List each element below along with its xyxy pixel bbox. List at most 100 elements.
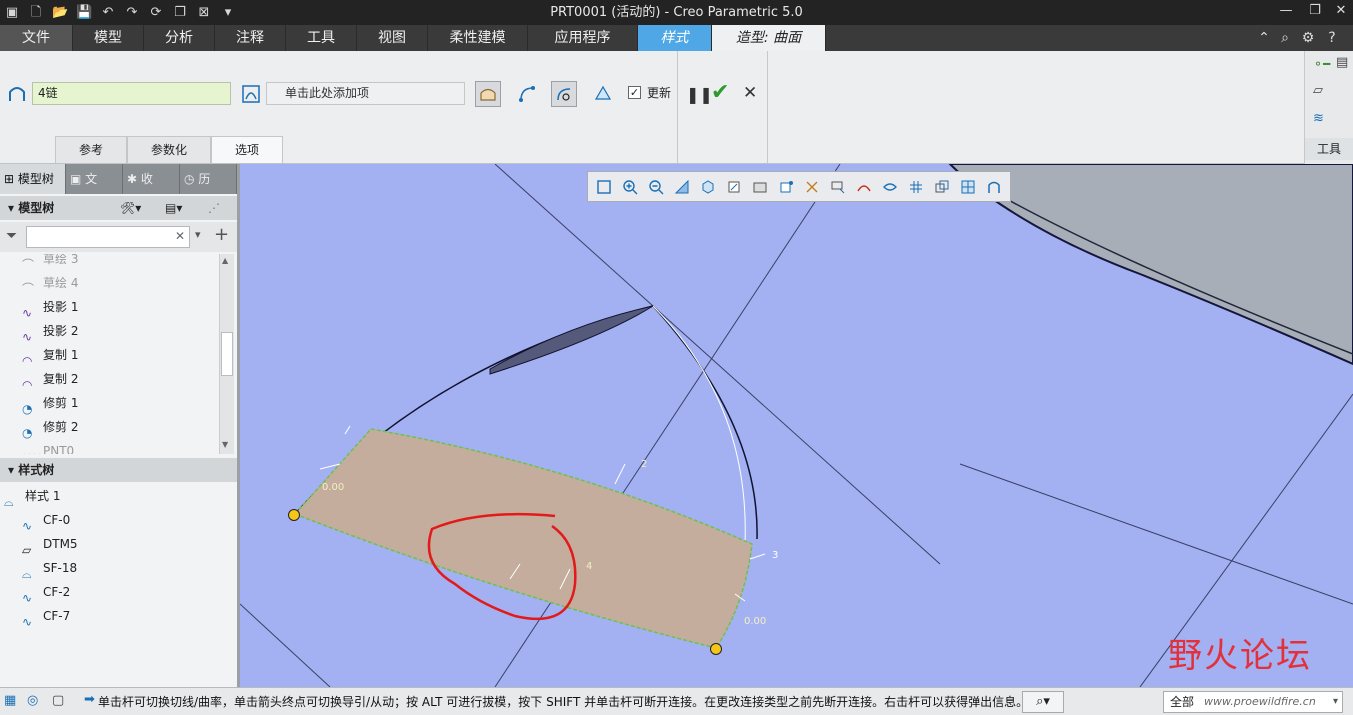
curve-label[interactable]: 4: [586, 561, 592, 572]
subtab-references[interactable]: 参考: [55, 136, 127, 163]
cancel-x-icon[interactable]: ✕: [743, 83, 757, 103]
style-tree-item[interactable]: ▱ DTM5: [22, 532, 78, 557]
tab-style-surface[interactable]: 造型: 曲面: [712, 25, 826, 51]
curvature-display-icon[interactable]: [852, 176, 876, 198]
tab-history[interactable]: ◷ 历: [180, 164, 237, 194]
tab-folder-browser[interactable]: ▣ 文: [66, 164, 123, 194]
selection-filter-select[interactable]: 全部 ▾ www.proewildfire.cn: [1163, 691, 1343, 713]
curve-endpoint-handle[interactable]: [710, 643, 722, 655]
primary-chain-field[interactable]: 4链: [32, 82, 231, 105]
display-icon[interactable]: [590, 81, 616, 107]
connect-icon[interactable]: ⚬━: [1313, 57, 1330, 71]
repaint-icon[interactable]: [670, 176, 694, 198]
datum-display-icon[interactable]: [800, 176, 824, 198]
display-style-icon[interactable]: [696, 176, 720, 198]
tab-analysis[interactable]: 分析: [144, 25, 215, 51]
find-binoculars-icon[interactable]: ⌕▾: [1022, 691, 1064, 713]
tab-applications[interactable]: 应用程序: [528, 25, 638, 51]
connection-icon[interactable]: [551, 81, 577, 107]
search-icon[interactable]: ⌕: [1275, 28, 1295, 48]
surface-preview-icon[interactable]: [475, 81, 501, 107]
grid-view-icon[interactable]: ▦: [4, 693, 16, 708]
tree-columns-icon[interactable]: ▤▾: [165, 196, 182, 220]
tab-tools[interactable]: 工具: [286, 25, 357, 51]
tree-search-input[interactable]: [26, 226, 190, 248]
scroll-up-icon[interactable]: ▲: [222, 256, 228, 265]
scroll-down-icon[interactable]: ▼: [222, 440, 228, 449]
tab-flexible-modeling[interactable]: 柔性建模: [428, 25, 528, 51]
search-dropdown-icon[interactable]: ▾: [195, 228, 201, 241]
tree-item[interactable]: ××PNT0: [22, 439, 74, 454]
curvature-icon[interactable]: ≋: [1313, 111, 1324, 126]
tree-item[interactable]: ∿ 投影 2: [22, 319, 78, 344]
filter-funnel-icon[interactable]: ⏷: [6, 228, 17, 244]
curve-label[interactable]: 2: [641, 459, 647, 470]
tangent-handle[interactable]: [344, 425, 351, 435]
grid-icon[interactable]: [904, 176, 928, 198]
settings-icon[interactable]: ⚙: [1298, 28, 1318, 48]
control-points-icon[interactable]: [514, 81, 540, 107]
graphics-viewport[interactable]: 0.00 0.00 2 3 4: [240, 164, 1353, 687]
curve-analysis-icon[interactable]: ▤: [1336, 55, 1348, 70]
style-tree-item[interactable]: ⌓ SF-18: [22, 556, 77, 581]
tab-file[interactable]: 文件: [0, 25, 73, 51]
tree-item[interactable]: ∿ 投影 1: [22, 295, 78, 320]
annotation-display-icon[interactable]: [826, 176, 850, 198]
tree-filter-icon[interactable]: ⋰: [208, 196, 220, 220]
zoom-out-icon[interactable]: [644, 176, 668, 198]
add-item-field[interactable]: 单击此处添加项: [266, 82, 465, 105]
tangent-handle[interactable]: [749, 553, 766, 560]
tree-scrollbar[interactable]: ▲ ▼: [219, 254, 234, 454]
style-tree-item[interactable]: ∿ CF-0: [22, 508, 70, 533]
tab-model[interactable]: 模型: [73, 25, 144, 51]
zoom-in-icon[interactable]: [618, 176, 642, 198]
zoom-fit-icon[interactable]: [592, 176, 616, 198]
perspective-icon[interactable]: [774, 176, 798, 198]
tab-model-tree[interactable]: ⊞ 模型树: [0, 164, 66, 194]
section-plane-icon[interactable]: [956, 176, 980, 198]
tangent-handle[interactable]: [614, 463, 626, 485]
update-checkbox[interactable]: ✓: [628, 86, 641, 99]
tree-item[interactable]: ◠ 复制 2: [22, 367, 78, 392]
clear-search-icon[interactable]: ✕: [175, 229, 185, 243]
saved-orientations-icon[interactable]: [722, 176, 746, 198]
help-icon[interactable]: ?: [1322, 28, 1342, 48]
style-tree-item[interactable]: ∿ CF-2: [22, 580, 70, 605]
boundary-tool-icon[interactable]: [982, 176, 1006, 198]
tab-style[interactable]: 样式: [638, 25, 712, 51]
confirm-check-icon[interactable]: ✔: [711, 80, 729, 105]
internal-curve-icon[interactable]: [238, 81, 264, 107]
surface-boundary-icon[interactable]: [4, 81, 30, 107]
minimize-icon[interactable]: —: [1272, 0, 1300, 22]
tree-item[interactable]: ⌒ 草绘 3: [22, 254, 78, 272]
style-tree-item[interactable]: ∿ CF-7: [22, 604, 70, 629]
model-tree-header[interactable]: ▾ 模型树 🛠▾ ▤▾ ⋰: [0, 196, 237, 220]
boundary-curve[interactable]: [652, 305, 758, 540]
model-canvas[interactable]: 0.00 0.00 2 3 4: [240, 164, 1353, 687]
tree-item[interactable]: ◔ 修剪 1: [22, 391, 78, 416]
tab-favorites[interactable]: ✱ 收: [123, 164, 180, 194]
reflection-icon[interactable]: [878, 176, 902, 198]
dimension-label[interactable]: 0.00: [322, 482, 344, 493]
curve-endpoint-handle[interactable]: [288, 509, 300, 521]
maximize-icon[interactable]: ❐: [1301, 0, 1329, 22]
pause-icon[interactable]: ❚❚: [686, 85, 713, 104]
style-tree-header[interactable]: ▾ 样式树: [0, 458, 237, 482]
active-plane-icon[interactable]: [930, 176, 954, 198]
view-manager-icon[interactable]: [748, 176, 772, 198]
plane-icon[interactable]: ▱: [1313, 83, 1323, 98]
browser-icon[interactable]: ◎: [27, 693, 38, 708]
collapse-ribbon-icon[interactable]: ⌃: [1254, 28, 1274, 48]
close-icon[interactable]: ✕: [1327, 0, 1353, 22]
tree-item[interactable]: ◠ 复制 1: [22, 343, 78, 368]
scrollbar-thumb[interactable]: [221, 332, 233, 376]
fullscreen-icon[interactable]: ▢: [52, 693, 64, 708]
style-tree-item[interactable]: ⌓ 样式 1: [4, 484, 60, 509]
dimension-label[interactable]: 0.00: [744, 616, 766, 627]
tree-item[interactable]: ⌒ 草绘 4: [22, 271, 78, 296]
subtab-parametrization[interactable]: 参数化: [127, 136, 211, 163]
tree-item[interactable]: ◔ 修剪 2: [22, 415, 78, 440]
style-surface-patch[interactable]: [293, 428, 753, 649]
subtab-options[interactable]: 选项: [211, 136, 283, 163]
add-filter-icon[interactable]: +: [214, 224, 229, 245]
